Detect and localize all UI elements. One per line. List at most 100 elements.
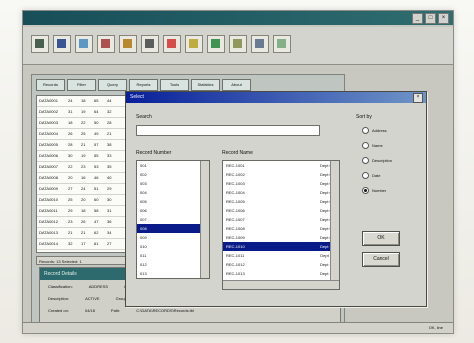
copy-icon[interactable] [119, 35, 137, 53]
table-cell: 36 [107, 219, 112, 224]
record-number-list[interactable]: 0010020030040050060070080090100110120130… [136, 160, 210, 279]
sort-option[interactable]: Description [362, 157, 392, 164]
list-item-text: REC-1007 [226, 217, 245, 222]
radio-button[interactable] [362, 172, 369, 179]
table-row[interactable]: DATA0013 21 21 62 34 [37, 228, 132, 239]
tab-query[interactable]: Query [98, 79, 127, 91]
table-cell: 25 [68, 197, 73, 202]
print-icon[interactable] [75, 35, 93, 53]
tab-statistics[interactable]: Statistics [191, 79, 220, 91]
tab-reports[interactable]: Reports [129, 79, 158, 91]
list-item[interactable]: 011 [137, 251, 209, 260]
left-vertical-scrollbar[interactable] [200, 161, 209, 278]
save-icon[interactable] [31, 35, 49, 53]
list-item[interactable]: 010 [137, 242, 209, 251]
tab-records[interactable]: Records [36, 79, 65, 91]
list-item[interactable]: REC-1005 Dept 05 [223, 197, 339, 206]
list-item[interactable]: REC-1008 Dept 08 [223, 224, 339, 233]
table-cell: 55 [94, 153, 99, 158]
floppy-icon[interactable] [53, 35, 71, 53]
scissors-icon[interactable] [97, 35, 115, 53]
list-item[interactable]: REC-1004 Dept 04 [223, 188, 339, 197]
title-bar: _ □ × [23, 11, 453, 25]
sort-option[interactable]: Address [362, 127, 387, 134]
list-item[interactable]: REC-1003 Dept 03 [223, 179, 339, 188]
table-cell: 21 [81, 230, 86, 235]
list-item[interactable]: 003 [137, 179, 209, 188]
table-row[interactable]: DATA0007 22 23 53 35 [37, 162, 132, 173]
search-input[interactable] [136, 125, 320, 136]
radio-button[interactable] [362, 127, 369, 134]
list-item[interactable]: 007 [137, 215, 209, 224]
zoom-icon[interactable] [273, 35, 291, 53]
list-item[interactable]: REC-1011 Dept 11 [223, 251, 339, 260]
table-row[interactable]: DATA0004 26 25 49 21 [37, 129, 132, 140]
table-row[interactable]: DATA0005 28 21 57 38 [37, 140, 132, 151]
list-item[interactable]: 005 [137, 197, 209, 206]
radio-button[interactable] [362, 157, 369, 164]
list-item[interactable]: 009 [137, 233, 209, 242]
table-cell: 62 [94, 230, 99, 235]
radio-button[interactable] [362, 187, 369, 194]
list-item[interactable]: 014 [137, 278, 209, 279]
tab-about[interactable]: About [222, 79, 251, 91]
table-row[interactable]: DATA0006 30 19 55 33 [37, 151, 132, 162]
table-row[interactable]: DATA0010 25 20 60 30 [37, 195, 132, 206]
list-item[interactable]: REC-1007 Dept 07 [223, 215, 339, 224]
sort-option[interactable]: Number [362, 187, 386, 194]
table-row[interactable]: DATA0014 32 17 61 27 [37, 239, 132, 250]
list-item[interactable]: REC-1006 Dept 06 [223, 206, 339, 215]
paste-icon[interactable] [141, 35, 159, 53]
minimize-button[interactable]: _ [412, 13, 423, 24]
list-item[interactable]: REC-1001 Dept 01 [223, 161, 339, 170]
ok-button[interactable]: OK [362, 231, 400, 246]
chart-icon[interactable] [251, 35, 269, 53]
table-row[interactable]: DATA0012 23 26 47 36 [37, 217, 132, 228]
table-row[interactable]: DATA0011 29 18 58 31 [37, 206, 132, 217]
maximize-button[interactable]: □ [425, 13, 436, 24]
records-grid[interactable]: DATA0001 24 18 65 44 DATA0002 31 19 64 32 DATA0003… [36, 95, 133, 253]
list-item[interactable]: REC-1012 Dept 12 [223, 260, 339, 269]
list-item[interactable]: 012 [137, 260, 209, 269]
table-cell: DATA0010 [39, 197, 58, 202]
undo-icon[interactable] [163, 35, 181, 53]
record-name-list[interactable]: REC-1001 Dept 01 REC-1002 Dept 02 REC-1003 De… [222, 160, 340, 290]
table-row[interactable]: DATA0001 24 18 65 44 [37, 96, 132, 107]
list-item[interactable]: REC-1002 Dept 02 [223, 170, 339, 179]
right-vertical-scrollbar[interactable] [330, 161, 339, 289]
table-cell: DATA0003 [39, 120, 58, 125]
sort-option[interactable]: Date [362, 172, 380, 179]
dialog-close-button[interactable]: × [413, 93, 423, 103]
grid-icon[interactable] [229, 35, 247, 53]
list-item[interactable]: 008 [137, 224, 209, 233]
list-item[interactable]: 013 [137, 269, 209, 278]
tab-tools[interactable]: Tools [160, 79, 189, 91]
table-row[interactable]: DATA0003 18 22 50 28 [37, 118, 132, 129]
tab-filter[interactable]: Filter [67, 79, 96, 91]
list-item-text: REC-1006 [226, 208, 245, 213]
table-cell: 22 [81, 120, 86, 125]
list-item[interactable]: 001 [137, 161, 209, 170]
list-item[interactable]: 002 [137, 170, 209, 179]
table-row[interactable]: DATA0002 31 19 64 32 [37, 107, 132, 118]
table-cell: 32 [68, 241, 73, 246]
list-item[interactable]: REC-1013 Dept 13 [223, 269, 339, 278]
list-item[interactable]: 006 [137, 206, 209, 215]
list-item[interactable]: REC-1010 Dept 10 [223, 242, 339, 251]
table-cell: 49 [94, 131, 99, 136]
right-horizontal-scrollbar[interactable] [223, 280, 339, 289]
radio-button[interactable] [362, 142, 369, 149]
help-icon[interactable] [207, 35, 225, 53]
list-item[interactable]: REC-1009 Dept 09 [223, 233, 339, 242]
table-cell: DATA0005 [39, 142, 58, 147]
table-row[interactable]: DATA0008 20 16 46 40 [37, 173, 132, 184]
list-item-text: REC-1012 [226, 262, 245, 267]
close-button[interactable]: × [438, 13, 449, 24]
list-item[interactable]: 004 [137, 188, 209, 197]
redo-icon[interactable] [185, 35, 203, 53]
table-row[interactable]: DATA0009 27 24 51 29 [37, 184, 132, 195]
table-cell: 16 [81, 175, 86, 180]
cancel-button[interactable]: Cancel [362, 252, 400, 267]
table-cell: 50 [94, 120, 99, 125]
sort-option[interactable]: Name [362, 142, 383, 149]
